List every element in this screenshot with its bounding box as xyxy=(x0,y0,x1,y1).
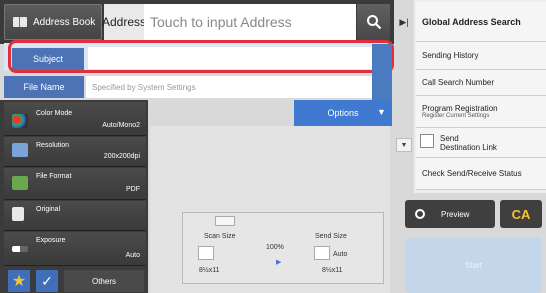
star-icon[interactable]: ★ xyxy=(8,270,30,292)
preview-button[interactable]: Preview xyxy=(405,200,495,228)
resolution-icon xyxy=(12,143,28,157)
setting-title: File Format xyxy=(36,173,72,180)
setting-color-mode[interactable]: Color Mode Auto/Mono2 xyxy=(4,102,146,136)
scroll-down-icon[interactable]: ▼ xyxy=(396,138,412,152)
file-name-input[interactable]: Specified by System Settings xyxy=(86,76,372,98)
search-button[interactable] xyxy=(357,4,390,40)
scan-size-label: Scan Size xyxy=(204,233,236,240)
setting-exposure[interactable]: Exposure Auto xyxy=(4,232,146,266)
scanner-icon xyxy=(215,216,235,226)
setting-resolution[interactable]: Resolution 200x200dpi xyxy=(4,137,146,167)
address-book-button[interactable]: Address Book xyxy=(4,4,102,40)
program-registration[interactable]: Program Registration Register Current Se… xyxy=(416,96,546,128)
panel-toggle-icon[interactable]: ▶| xyxy=(396,12,412,32)
search-icon xyxy=(366,15,381,30)
sending-history[interactable]: Sending History xyxy=(416,42,546,70)
address-input[interactable]: Touch to input Address xyxy=(144,4,356,40)
global-address-search[interactable]: Global Address Search xyxy=(416,2,546,42)
send-size-value: 8½x11 xyxy=(322,267,343,274)
send-size-label: Send Size xyxy=(315,233,347,240)
file-name-label[interactable]: File Name xyxy=(4,76,84,98)
setting-value: PDF xyxy=(126,186,140,193)
setting-title: Exposure xyxy=(36,237,66,244)
chevron-down-icon: ▼ xyxy=(377,107,386,117)
ratio-value: 100% xyxy=(266,244,284,251)
setting-title: Resolution xyxy=(36,142,70,149)
setting-title: Original xyxy=(36,206,61,213)
scan-size-value: 8½x11 xyxy=(199,267,220,274)
check-send-receive-status[interactable]: Check Send/Receive Status xyxy=(416,158,546,190)
send-destination-link[interactable]: Send Destination Link xyxy=(416,128,546,158)
checkmark-icon[interactable]: ✓ xyxy=(36,270,58,292)
setting-original[interactable]: Original xyxy=(4,201,146,231)
address-label: Address xyxy=(102,4,146,40)
setting-value: Auto/Mono2 xyxy=(102,122,140,129)
original-icon xyxy=(12,207,24,221)
setting-value: Auto xyxy=(125,252,140,259)
start-button[interactable]: Start xyxy=(405,238,542,293)
subject-highlight-frame xyxy=(8,40,394,73)
file-format-icon xyxy=(12,176,28,190)
address-book-label: Address Book xyxy=(33,16,96,28)
magnifier-icon xyxy=(415,209,425,219)
send-destination-checkbox[interactable] xyxy=(420,134,434,148)
setting-title: Color Mode xyxy=(36,110,73,117)
exposure-icon xyxy=(12,246,28,252)
arrow-right-icon: ▶ xyxy=(276,259,282,266)
clear-all-button[interactable]: CA xyxy=(500,200,542,228)
call-search-number[interactable]: Call Search Number xyxy=(416,70,546,96)
others-button[interactable]: Others xyxy=(64,270,144,292)
color-mode-icon xyxy=(12,114,28,128)
send-paper-icon xyxy=(314,246,330,260)
scroll-strip[interactable] xyxy=(372,44,392,100)
address-book-icon xyxy=(13,17,27,27)
send-size-mode: Auto xyxy=(333,251,348,258)
setting-file-format[interactable]: File Format PDF xyxy=(4,168,146,200)
scan-paper-icon xyxy=(198,246,214,260)
setting-value: 200x200dpi xyxy=(103,153,140,160)
